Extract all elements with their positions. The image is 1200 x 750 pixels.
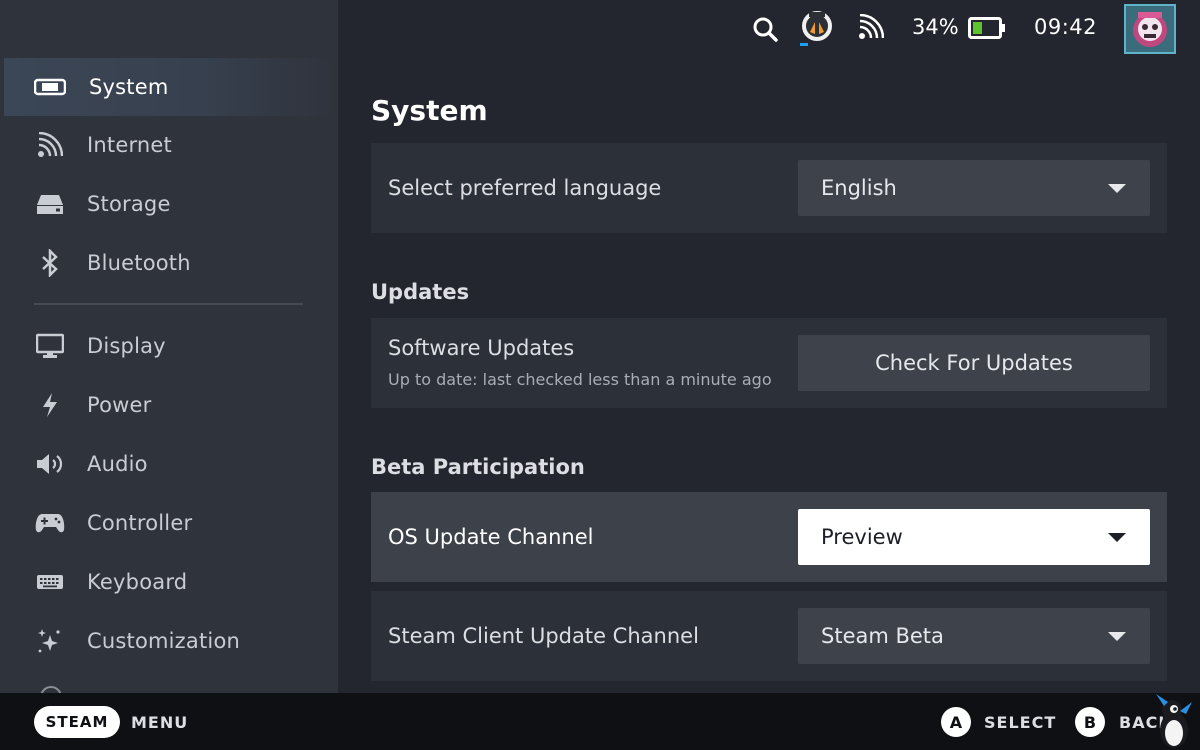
sidebar-item-label: Controller [87, 511, 193, 535]
sidebar-item-bluetooth[interactable]: Bluetooth [0, 234, 338, 292]
settings-sidebar: System Internet Storage Bluetooth Displa… [0, 0, 338, 693]
sidebar-item-internet[interactable]: Internet [0, 116, 338, 174]
sidebar-item-controller[interactable]: Controller [0, 494, 338, 552]
penguin-logo-icon [1150, 690, 1196, 750]
client-update-channel-value: Steam Beta [821, 624, 944, 648]
battery-percent: 34% [912, 15, 959, 39]
sidebar-item-power[interactable]: Power [0, 376, 338, 434]
beta-heading: Beta Participation [371, 455, 585, 479]
clock: 09:42 [1034, 15, 1098, 39]
display-icon [34, 330, 66, 362]
chevron-down-icon [1108, 632, 1126, 641]
battery-icon[interactable] [968, 17, 1006, 39]
sidebar-item-storage[interactable]: Storage [0, 175, 338, 233]
language-row: Select preferred language English [371, 143, 1167, 233]
page-title: System [371, 94, 488, 127]
software-updates-status: Up to date: last checked less than a min… [388, 370, 772, 389]
running-game-icon[interactable] [800, 8, 834, 48]
system-icon [34, 71, 66, 103]
wifi-status-icon[interactable] [858, 13, 886, 42]
client-update-channel-row: Steam Client Update Channel Steam Beta [371, 591, 1167, 681]
sidebar-item-label: Audio [87, 452, 148, 476]
a-button-icon: A [941, 707, 971, 737]
chevron-down-icon [1108, 533, 1126, 542]
b-button-icon: B [1075, 707, 1105, 737]
speaker-icon [34, 448, 66, 480]
keyboard-icon [34, 566, 66, 598]
sidebar-item-label: Bluetooth [87, 251, 191, 275]
software-updates-label: Software Updates [388, 336, 575, 360]
sidebar-item-customization[interactable]: Customization [0, 612, 338, 670]
bluetooth-icon [34, 247, 66, 279]
wifi-icon [34, 129, 66, 161]
language-label: Select preferred language [388, 176, 662, 200]
updates-heading: Updates [371, 280, 470, 304]
client-update-channel-dropdown[interactable]: Steam Beta [798, 608, 1150, 664]
software-updates-row: Software Updates Up to date: last checke… [371, 318, 1167, 408]
os-update-channel-value: Preview [821, 525, 903, 549]
client-update-channel-label: Steam Client Update Channel [388, 624, 699, 648]
gamepad-icon [34, 507, 66, 539]
sidebar-item-system[interactable]: System [4, 58, 334, 116]
sidebar-item-label: Internet [87, 133, 172, 157]
sidebar-item-keyboard[interactable]: Keyboard [0, 553, 338, 611]
sidebar-item-label: Storage [87, 192, 171, 216]
language-dropdown[interactable]: English [798, 160, 1150, 216]
partial-sidebar-icon [40, 686, 62, 693]
sidebar-item-label: Display [87, 334, 166, 358]
menu-label[interactable]: MENU [131, 713, 188, 732]
sidebar-divider [34, 303, 303, 305]
os-update-channel-dropdown[interactable]: Preview [798, 509, 1150, 565]
power-bolt-icon [34, 389, 66, 421]
select-label[interactable]: SELECT [984, 713, 1056, 732]
search-icon[interactable] [752, 16, 778, 42]
running-indicator [800, 43, 808, 46]
sidebar-item-audio[interactable]: Audio [0, 435, 338, 493]
language-value: English [821, 176, 897, 200]
sidebar-item-display[interactable]: Display [0, 317, 338, 375]
chevron-down-icon [1108, 184, 1126, 193]
os-update-channel-row[interactable]: OS Update Channel Preview [371, 492, 1167, 582]
sidebar-item-label: System [89, 75, 169, 99]
avatar[interactable] [1124, 4, 1176, 54]
sidebar-item-label: Power [87, 393, 152, 417]
bottom-bar: STEAM MENU A SELECT B BACK [0, 693, 1200, 750]
storage-icon [34, 188, 66, 220]
sparkle-icon [34, 625, 66, 657]
sidebar-item-label: Keyboard [87, 570, 188, 594]
sidebar-item-label: Customization [87, 629, 241, 653]
check-for-updates-button[interactable]: Check For Updates [798, 335, 1150, 391]
steam-button[interactable]: STEAM [34, 706, 120, 738]
os-update-channel-label: OS Update Channel [388, 525, 594, 549]
